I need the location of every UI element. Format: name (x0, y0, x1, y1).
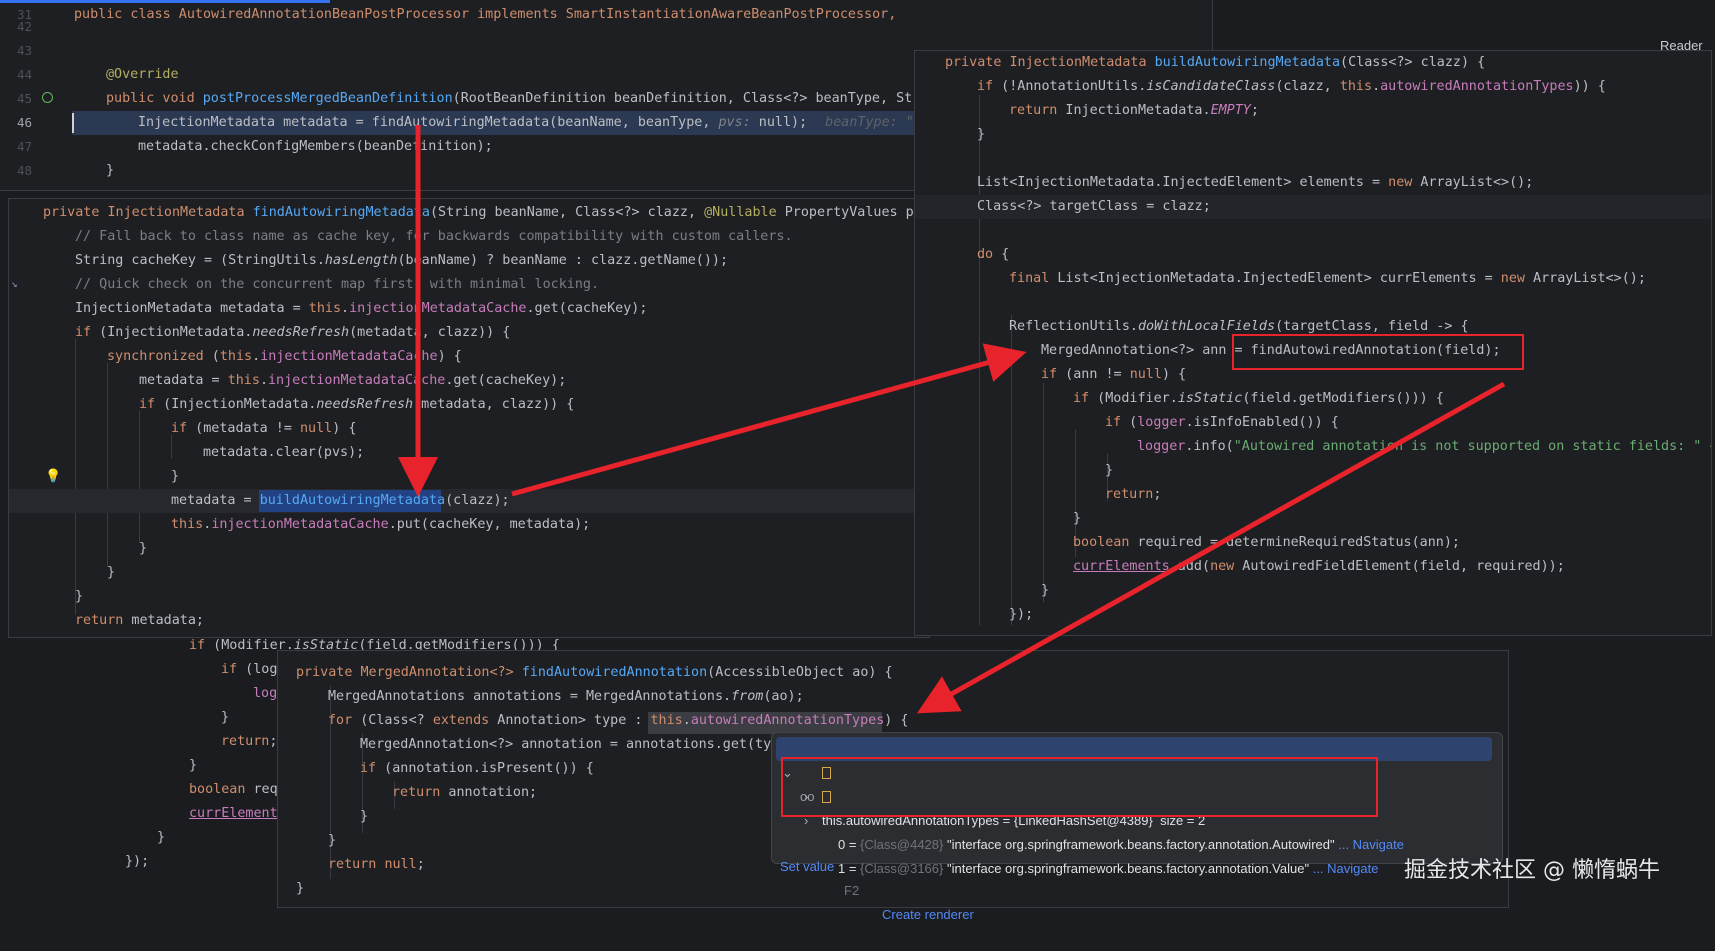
annotation-arrows (398, 125, 1506, 714)
create-renderer-link[interactable]: Create renderer (882, 903, 974, 927)
arrow-to-build-metadata (511, 343, 1027, 497)
arrow-to-find-annotation (916, 381, 1506, 714)
watermark: 掘金技术社区 @ 懒惰蜗牛 (1404, 858, 1660, 883)
